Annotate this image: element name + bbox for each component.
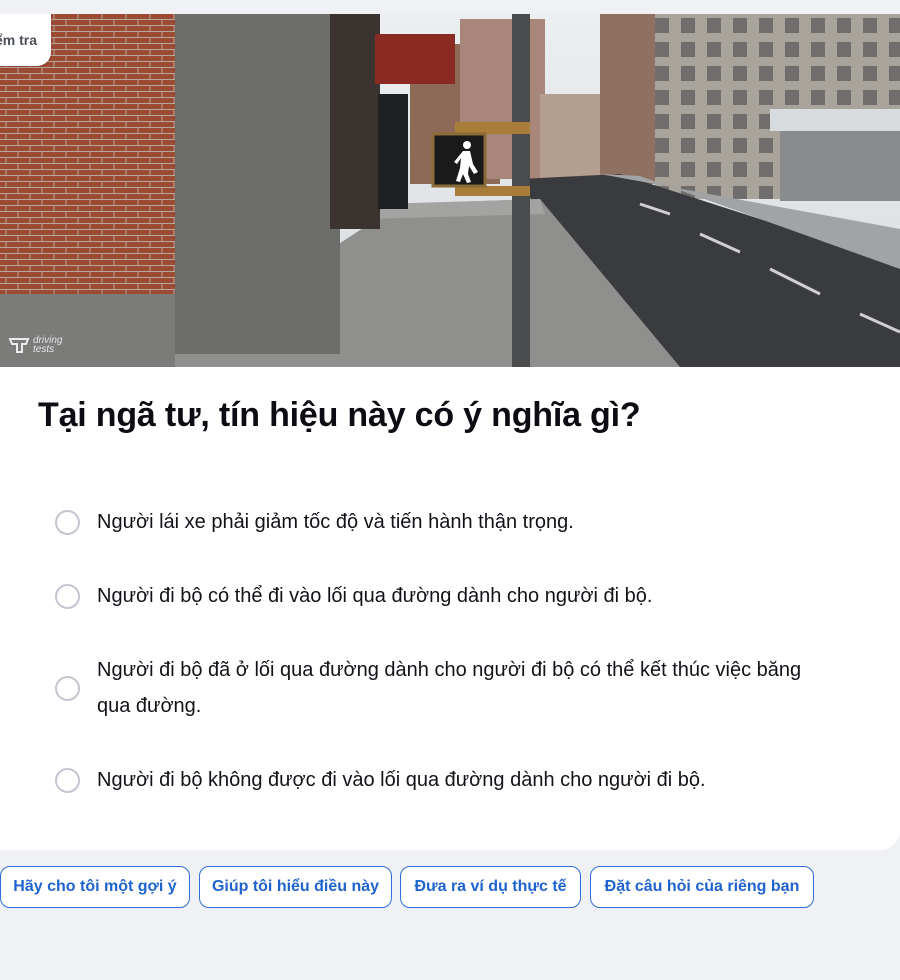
explain-button[interactable]: Giúp tôi hiểu điều này xyxy=(199,866,392,908)
check-tab-label: Kiểm tra xyxy=(0,32,37,48)
answer-option-4[interactable]: Người đi bộ không được đi vào lối qua đư… xyxy=(55,762,837,798)
radio-button-4[interactable] xyxy=(55,767,80,793)
hint-button[interactable]: Hãy cho tôi một gợi ý xyxy=(0,866,190,908)
ask-own-question-button[interactable]: Đặt câu hỏi của riêng bạn xyxy=(590,866,814,908)
answer-option-2-label: Người đi bộ có thể đi vào lối qua đường … xyxy=(97,585,653,607)
answer-option-3[interactable]: Người đi bộ đã ở lối qua đường dành cho … xyxy=(55,652,837,724)
check-tab[interactable]: Kiểm tra xyxy=(0,14,51,66)
answer-option-1-label: Người lái xe phải giảm tốc độ và tiến hà… xyxy=(97,511,574,533)
answer-option-4-label: Người đi bộ không được đi vào lối qua đư… xyxy=(97,769,706,791)
driving-tests-logo-icon xyxy=(8,338,30,353)
radio-button-2[interactable] xyxy=(55,583,80,609)
driving-tests-watermark: driving tests xyxy=(8,336,62,355)
answer-option-1[interactable]: Người lái xe phải giảm tốc độ và tiến hà… xyxy=(55,504,837,540)
answer-option-3-label: Người đi bộ đã ở lối qua đường dành cho … xyxy=(97,659,802,717)
radio-button-1[interactable] xyxy=(55,509,80,535)
example-button[interactable]: Đưa ra ví dụ thực tế xyxy=(400,866,581,908)
question-image xyxy=(0,14,900,367)
watermark-line-2: tests xyxy=(33,344,55,355)
question-title: Tại ngã tư, tín hiệu này có ý nghĩa gì? xyxy=(38,396,641,434)
answer-option-2[interactable]: Người đi bộ có thể đi vào lối qua đường … xyxy=(55,578,837,614)
radio-button-3[interactable] xyxy=(55,675,80,701)
